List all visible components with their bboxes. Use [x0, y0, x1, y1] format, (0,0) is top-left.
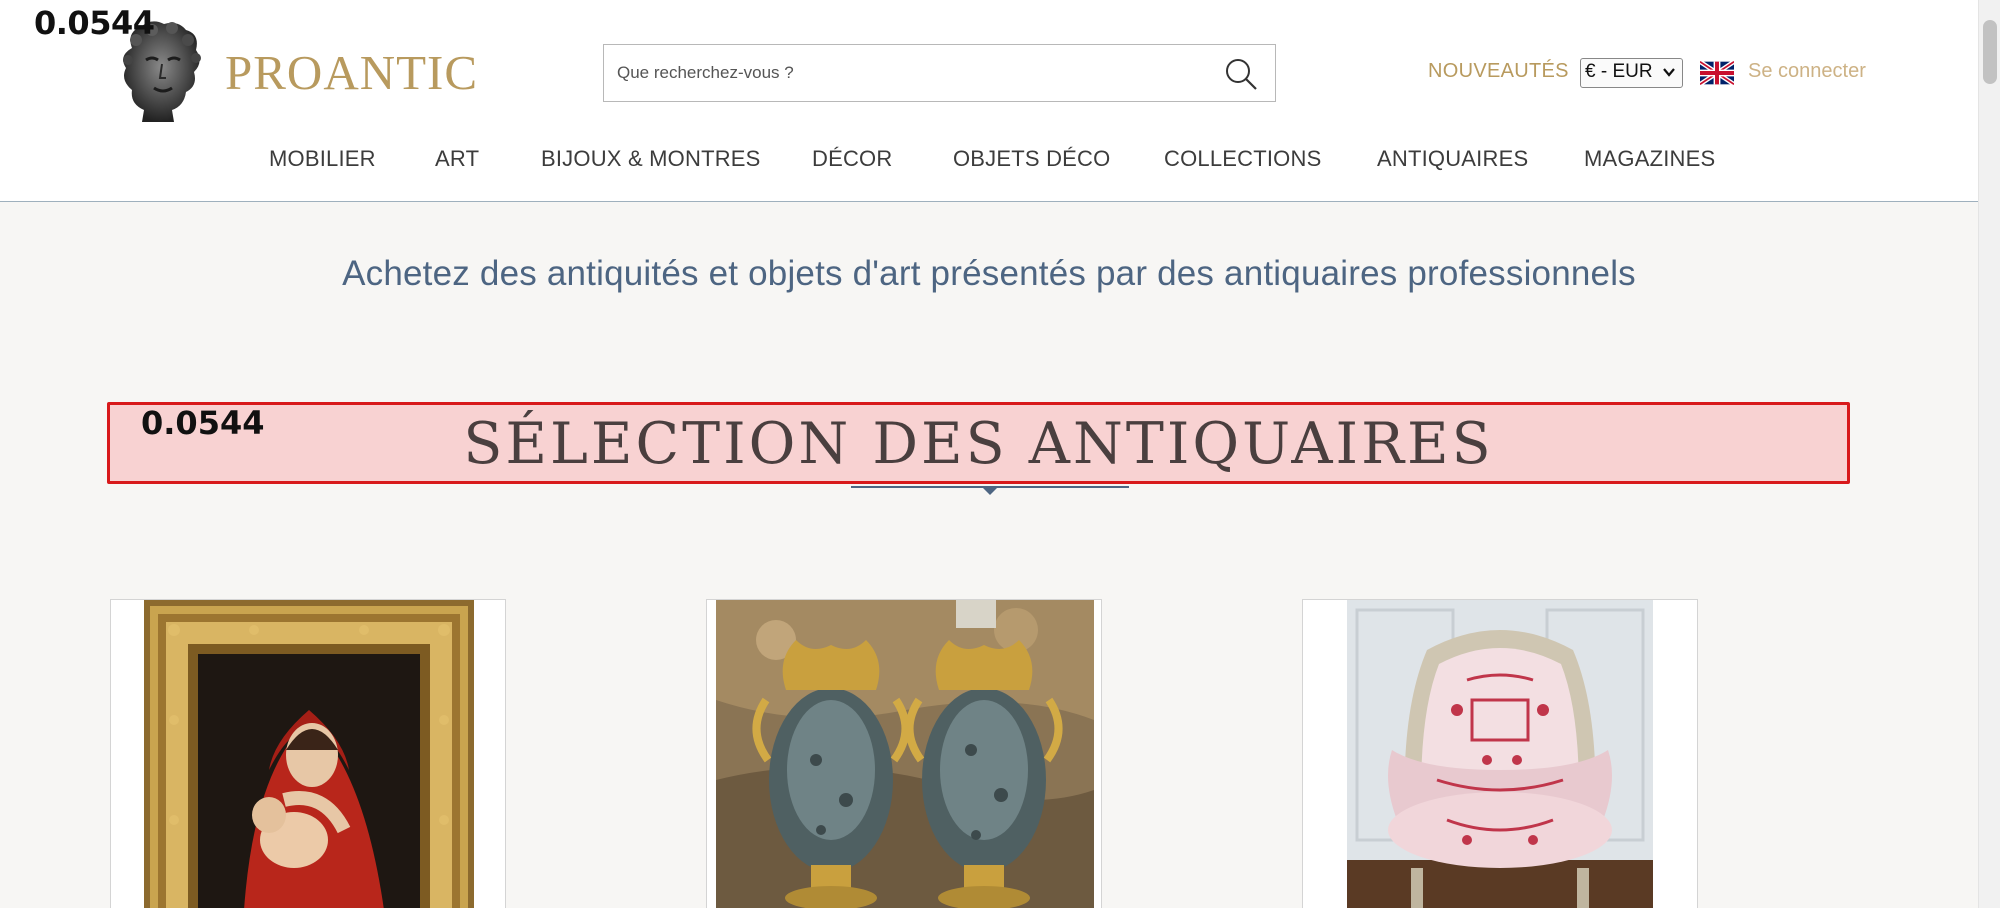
nav-item-bijoux-montres[interactable]: BIJOUX & MONTRES [541, 146, 761, 172]
currency-value: € - EUR [1585, 61, 1653, 82]
product-card[interactable] [110, 599, 506, 908]
search-icon[interactable] [1223, 56, 1259, 92]
nav-item-objets-deco[interactable]: OBJETS DÉCO [953, 146, 1110, 172]
section-score-label: 0.0544 [141, 404, 265, 442]
nav-item-decor[interactable]: DÉCOR [812, 146, 892, 172]
uk-flag-icon[interactable] [1700, 60, 1734, 86]
section-highlight: SÉLECTION DES ANTIQUAIRES [107, 402, 1850, 484]
product-image-madonna[interactable] [144, 600, 474, 908]
score-label: 0.0544 [34, 4, 155, 42]
page-tagline: Achetez des antiquités et objets d'art p… [342, 254, 1636, 293]
chevron-down-icon [1663, 68, 1675, 77]
page-scrollbar[interactable] [1978, 0, 2000, 908]
main-nav: MOBILIER ART BIJOUX & MONTRES DÉCOR OBJE… [0, 146, 1978, 180]
product-image-armchair[interactable] [1347, 600, 1653, 908]
site-header: 0.0544 PROANTIC NOUVEAUTÉS € - EUR [0, 0, 1978, 202]
nav-item-mobilier[interactable]: MOBILIER [269, 146, 376, 172]
title-divider [851, 486, 1129, 495]
product-card[interactable] [1302, 599, 1698, 908]
logo-text[interactable]: PROANTIC [225, 44, 478, 101]
search-bar [603, 44, 1276, 102]
product-image-vases[interactable] [716, 600, 1094, 908]
section-title: SÉLECTION DES ANTIQUAIRES [463, 411, 1494, 477]
nav-item-antiquaires[interactable]: ANTIQUAIRES [1377, 146, 1528, 172]
nav-item-magazines[interactable]: MAGAZINES [1584, 146, 1715, 172]
login-link[interactable]: Se connecter [1748, 60, 1866, 83]
nav-item-collections[interactable]: COLLECTIONS [1164, 146, 1321, 172]
currency-select[interactable]: € - EUR [1580, 58, 1683, 88]
nav-item-art[interactable]: ART [435, 146, 479, 172]
search-input[interactable] [604, 45, 1204, 101]
product-card[interactable] [706, 599, 1102, 908]
scrollbar-thumb[interactable] [1983, 20, 1997, 84]
nouveautes-link[interactable]: NOUVEAUTÉS [1428, 60, 1569, 83]
